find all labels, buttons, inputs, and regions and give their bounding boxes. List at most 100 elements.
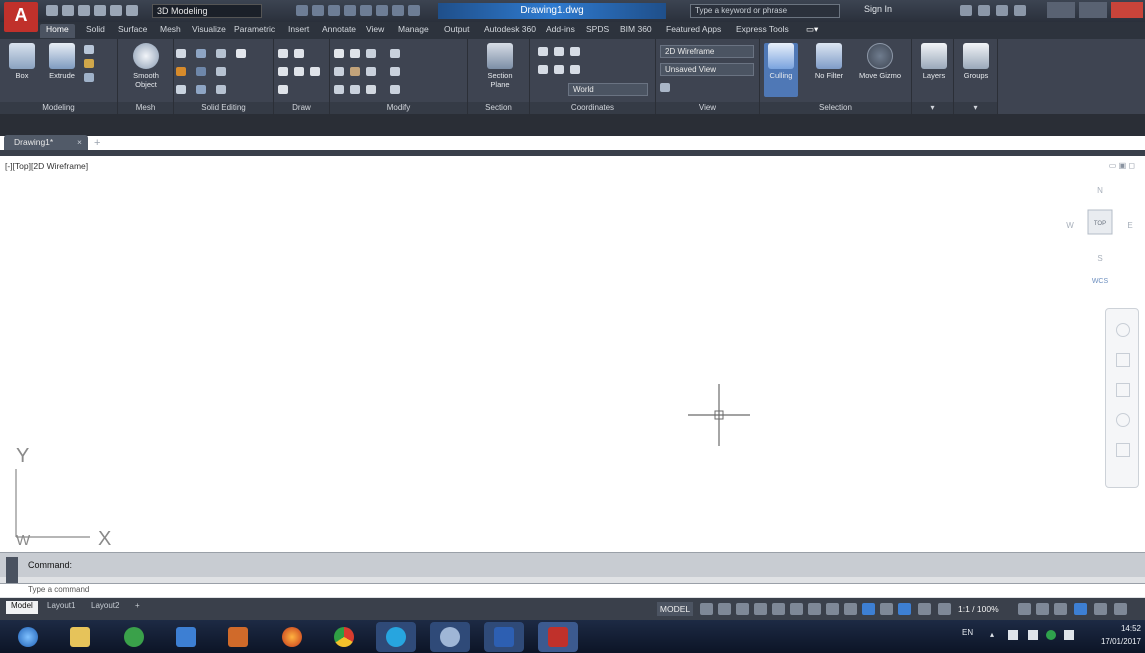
circle-icon[interactable] — [278, 67, 288, 76]
taskbar-skype[interactable] — [376, 622, 416, 652]
trim-icon[interactable] — [366, 49, 376, 58]
tab-bim-360[interactable]: BIM 360 — [614, 24, 658, 38]
redo-icon[interactable] — [312, 5, 324, 16]
annotation-monitor-icon[interactable] — [1036, 603, 1049, 615]
tab-insert[interactable]: Insert — [282, 24, 315, 38]
battery-icon[interactable] — [1028, 630, 1038, 640]
subtract-icon[interactable] — [176, 67, 186, 76]
visual-style-dropdown[interactable]: 2D Wireframe — [660, 45, 754, 58]
tab-view[interactable]: View — [360, 24, 390, 38]
separate-icon[interactable] — [216, 85, 226, 94]
model-space-toggle[interactable]: MODEL — [657, 602, 693, 616]
viewcube-west[interactable]: W — [1066, 221, 1074, 230]
smooth-object-button[interactable]: Smooth Object — [126, 43, 166, 97]
open-icon[interactable] — [62, 5, 74, 16]
close-tab-icon[interactable]: × — [77, 137, 82, 147]
tab-add-ins[interactable]: Add-ins — [540, 24, 581, 38]
taskbar-network[interactable] — [430, 622, 470, 652]
dynamic-ucs-icon[interactable] — [898, 603, 911, 615]
customize-icon[interactable] — [408, 5, 420, 16]
ucs-x-icon[interactable] — [570, 47, 580, 56]
taskbar-calculator[interactable] — [166, 622, 206, 652]
scale-icon[interactable] — [350, 85, 360, 94]
wcs-menu[interactable]: WCS — [1092, 278, 1109, 285]
explode-icon[interactable] — [390, 67, 400, 76]
exchange-icon[interactable] — [960, 5, 972, 16]
selection-cycling-icon[interactable] — [862, 603, 875, 615]
dropdown-arrow-icon[interactable] — [392, 5, 404, 16]
viewcube-east[interactable]: E — [1127, 221, 1132, 230]
transparency-icon[interactable] — [844, 603, 857, 615]
lineweight-icon[interactable] — [826, 603, 839, 615]
ucs-origin-icon[interactable] — [554, 47, 564, 56]
pan-icon[interactable] — [1116, 353, 1130, 367]
sign-in-button[interactable]: Sign In — [852, 4, 942, 18]
workspace-switching-icon[interactable] — [1018, 603, 1031, 615]
culling-button[interactable]: Culling — [764, 43, 798, 97]
ucs-icon[interactable] — [538, 47, 548, 56]
tab-visualize[interactable]: Visualize — [186, 24, 232, 38]
stretch-icon[interactable] — [334, 85, 344, 94]
slice-icon[interactable] — [196, 67, 206, 76]
extrude-button[interactable]: Extrude — [44, 43, 80, 97]
flag-icon[interactable] — [1008, 630, 1018, 640]
customization-icon[interactable] — [1114, 603, 1127, 615]
array-icon[interactable] — [366, 85, 376, 94]
layer-icon[interactable] — [328, 5, 340, 16]
application-menu-button[interactable]: A — [4, 2, 38, 32]
box-button[interactable]: Box — [4, 43, 40, 97]
start-button[interactable] — [8, 622, 48, 652]
copy-icon[interactable] — [334, 67, 344, 76]
save-as-icon[interactable] — [94, 5, 106, 16]
tab-manage[interactable]: Manage — [392, 24, 435, 38]
layout-tab-layout1[interactable]: Layout1 — [42, 601, 80, 614]
presspull-icon[interactable] — [84, 59, 94, 68]
polyline-icon[interactable] — [278, 49, 288, 58]
tab-parametric[interactable]: Parametric — [228, 24, 281, 38]
navigation-bar[interactable] — [1105, 308, 1139, 488]
search-input[interactable]: Type a keyword or phrase — [690, 4, 840, 18]
line-icon[interactable] — [236, 49, 246, 58]
minimize-button[interactable] — [1047, 2, 1075, 18]
viewcube[interactable]: N S W E TOP WCS — [1060, 176, 1140, 296]
tray-expand-icon[interactable]: ▴ — [990, 630, 1000, 640]
orbit-icon[interactable] — [1116, 413, 1130, 427]
close-button[interactable] — [1111, 2, 1143, 18]
tab-output[interactable]: Output — [438, 24, 476, 38]
object-snap-icon[interactable] — [808, 603, 821, 615]
isodraft-icon[interactable] — [772, 603, 785, 615]
layout-tab-model[interactable]: Model — [6, 601, 38, 614]
taskbar-chrome[interactable] — [324, 622, 364, 652]
move-gizmo-button[interactable]: Move Gizmo — [858, 43, 902, 97]
offset-icon[interactable] — [390, 85, 400, 94]
erase-icon[interactable] — [390, 49, 400, 58]
spline-icon[interactable] — [310, 67, 320, 76]
match-properties-icon[interactable] — [296, 5, 308, 16]
ucs-view-icon[interactable] — [538, 65, 548, 74]
tab-solid[interactable]: Solid — [80, 24, 111, 38]
ucs-world-dropdown[interactable]: World — [568, 83, 648, 96]
add-layout-button[interactable]: + — [130, 601, 145, 614]
viewcube-south[interactable]: S — [1097, 254, 1102, 263]
mirror-icon[interactable] — [350, 67, 360, 76]
clean-screen-icon[interactable] — [1094, 603, 1107, 615]
viewport-config-icon[interactable] — [660, 83, 670, 92]
groups-button[interactable]: Groups — [958, 43, 994, 97]
rotate-icon[interactable] — [350, 49, 360, 58]
maximize-button[interactable] — [1079, 2, 1107, 18]
taskbar-media[interactable] — [218, 622, 258, 652]
annotation-scale-dropdown[interactable]: 1:1 / 100% — [958, 602, 1012, 616]
layers-button[interactable]: Layers — [916, 43, 952, 97]
thicken-icon[interactable] — [196, 85, 206, 94]
tab-home[interactable]: Home — [40, 24, 75, 38]
volume-icon[interactable] — [1064, 630, 1074, 640]
taskbar-autocad[interactable] — [538, 622, 578, 652]
taskbar-explorer[interactable] — [60, 622, 100, 652]
interfere-icon[interactable] — [196, 49, 206, 58]
annotation-autoscale-icon[interactable] — [938, 603, 951, 615]
ucs-y-icon[interactable] — [554, 65, 564, 74]
union-icon[interactable] — [176, 49, 186, 58]
extrude-faces-icon[interactable] — [216, 67, 226, 76]
render-icon[interactable] — [376, 5, 388, 16]
rectangle-icon[interactable] — [294, 67, 304, 76]
